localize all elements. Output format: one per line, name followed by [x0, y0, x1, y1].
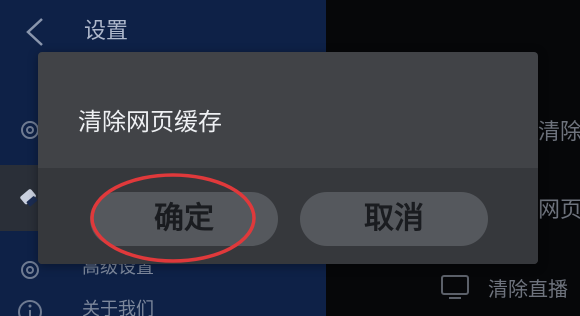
sidebar-item-about[interactable]: 关于我们: [0, 292, 326, 316]
cancel-button[interactable]: 取消: [300, 192, 488, 246]
tv-icon: [441, 275, 469, 299]
page-title: 设置: [84, 19, 129, 44]
content-item-webpage[interactable]: 网页: [538, 196, 580, 226]
back-chevron-icon[interactable]: [22, 16, 52, 48]
content-item-clear-live[interactable]: 清除直播: [488, 274, 568, 304]
info-icon: [18, 300, 42, 316]
dialog-button-bar: 确定 取消: [38, 168, 538, 264]
dialog-title: 清除网页缓存: [78, 108, 222, 136]
confirm-dialog: 清除网页缓存 确定 取消: [38, 52, 538, 264]
confirm-button[interactable]: 确定: [90, 192, 278, 246]
sidebar-item-label: 关于我们: [82, 299, 154, 316]
settings-screen: 设置 高级设置 关于我们 清除 网页 清除直播 清除网页缓存 确定 取消: [0, 0, 580, 316]
content-item-clear[interactable]: 清除: [538, 118, 580, 148]
